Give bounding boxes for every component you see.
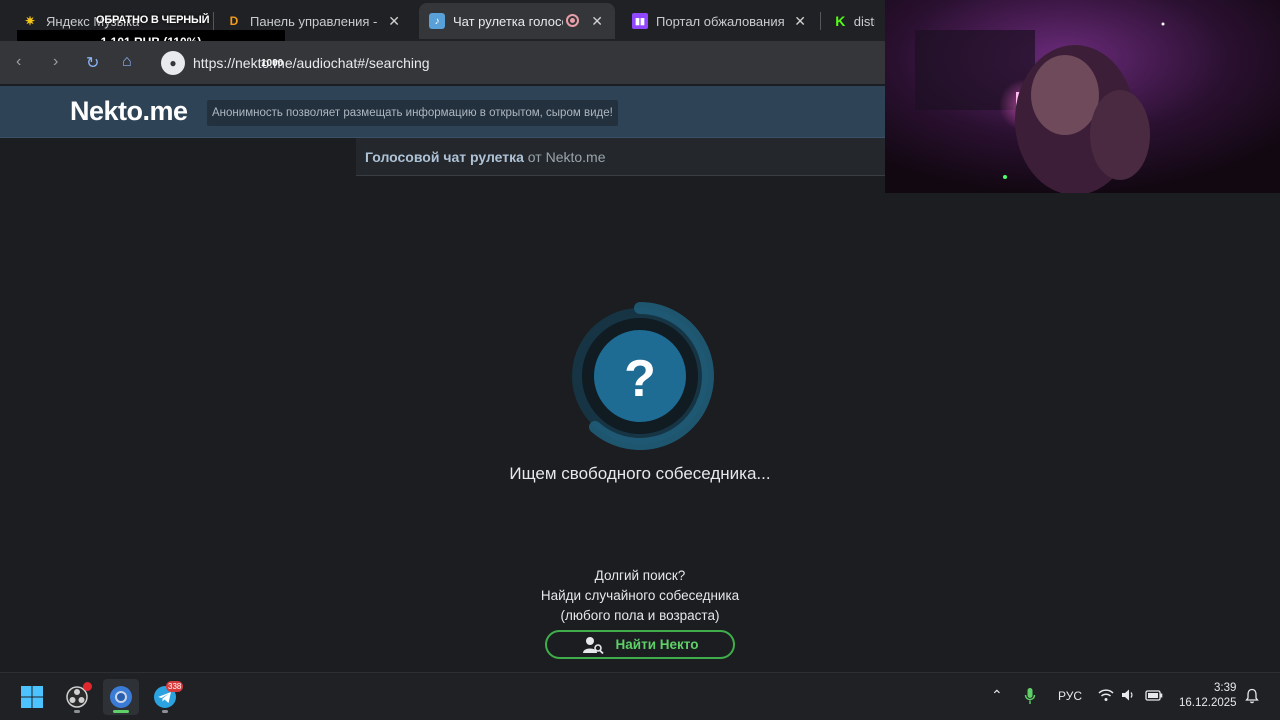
webcam-feed (885, 0, 1280, 193)
address-bar-url[interactable]: https://nekto.me/audiochat#/searching (193, 55, 430, 71)
tab-separator (213, 12, 214, 30)
forward-icon[interactable]: › (53, 53, 58, 71)
taskbar-chrome[interactable] (103, 679, 139, 715)
screen: ✷ Яндекс Музыка D Панель управления - D … (0, 0, 1280, 720)
tab-title: Панель управления - D (250, 13, 380, 29)
close-icon[interactable]: ✕ (388, 13, 400, 30)
chrome-icon (110, 686, 132, 708)
yandex-music-icon: ✷ (24, 14, 36, 28)
taskbar-telegram[interactable]: 338 (147, 679, 184, 715)
webcam-overlay (885, 0, 1280, 193)
overlay-tooltip: 1000 (261, 58, 284, 69)
chevron-up-icon[interactable]: ⌃ (991, 687, 1003, 704)
find-nekto-label: Найти Некто (615, 637, 699, 652)
site-slogan: Анонимность позволяет размещать информац… (207, 100, 618, 126)
tab-separator (820, 12, 821, 30)
long-search-hint: Долгий поиск? Найди случайного собеседни… (440, 566, 840, 626)
clock-date[interactable]: 16.12.2025 (1179, 697, 1237, 709)
clock-time[interactable]: 3:39 (1214, 682, 1236, 694)
home-icon[interactable]: ⌂ (122, 53, 132, 71)
close-icon[interactable]: ✕ (591, 13, 603, 30)
windows-icon (21, 686, 43, 708)
user-search-icon (582, 636, 604, 654)
tab-title: Чат рулетка голосо (453, 13, 563, 29)
tab-title: distru (853, 13, 875, 29)
volume-icon[interactable] (1121, 688, 1135, 702)
page-subtitle-bar: Голосовой чат рулетка от Nekto.me (356, 138, 885, 176)
tab-twitch-appeals[interactable]: ▮▮ Портал обжалования - ✕ (622, 3, 818, 39)
app-indicator (162, 710, 168, 713)
telegram-badge: 338 (166, 681, 184, 692)
browser-toolbar: ‹ › ↻ ⌂ ● https://nekto.me/audiochat#/se… (0, 41, 885, 84)
searching-spinner-icon: ? (572, 302, 714, 450)
notification-bell-icon[interactable] (1245, 688, 1259, 704)
find-nekto-button[interactable]: Найти Некто (545, 630, 735, 659)
taskbar: 338 ⌃ РУС 3:39 16.12.2025 (0, 672, 1280, 720)
battery-icon[interactable] (1145, 689, 1163, 701)
microphone-icon[interactable]: ● (161, 51, 185, 75)
twitch-icon: ▮▮ (632, 13, 648, 29)
site-logo[interactable]: Nekto.me (70, 96, 188, 127)
tab-nekto-audiochat[interactable]: ♪ Чат рулетка голосо ✕ (419, 3, 615, 39)
taskbar-obs[interactable] (59, 679, 95, 715)
notification-dot-icon (83, 682, 92, 691)
start-button[interactable] (14, 679, 50, 715)
reload-icon[interactable]: ↻ (86, 53, 99, 73)
searching-status-text: Ищем свободного собеседника... (509, 464, 771, 483)
wifi-icon[interactable] (1098, 688, 1114, 702)
long-search-question: Долгий поиск? (594, 568, 686, 583)
tab-title: Портал обжалования - (656, 13, 786, 29)
page-subtitle: Голосовой чат рулетка (365, 149, 524, 165)
back-icon[interactable]: ‹ (16, 53, 21, 71)
nekto-icon: ♪ (429, 13, 445, 29)
input-language[interactable]: РУС (1058, 689, 1082, 703)
question-mark: ? (624, 350, 656, 408)
microphone-tray-icon[interactable] (1024, 687, 1036, 705)
long-search-suggestion: Найди случайного собеседника (540, 588, 740, 603)
long-search-detail: (любого пола и возраста) (560, 608, 720, 623)
close-icon[interactable]: ✕ (794, 13, 806, 30)
kick-icon: K (835, 13, 846, 29)
recording-icon (566, 14, 579, 27)
donation-panel-icon: D (229, 14, 239, 28)
searching-indicator: ? (565, 301, 715, 451)
app-indicator (113, 710, 129, 713)
page-subtitle-suffix: от Nekto.me (523, 149, 606, 165)
app-indicator (74, 710, 80, 713)
donation-goal-title: ОБРАТНО В ЧЕРНЫЙ (96, 14, 210, 26)
site-header: Nekto.me Анонимность позволяет размещать… (0, 86, 885, 138)
tab-kick[interactable]: K distru (825, 3, 885, 39)
